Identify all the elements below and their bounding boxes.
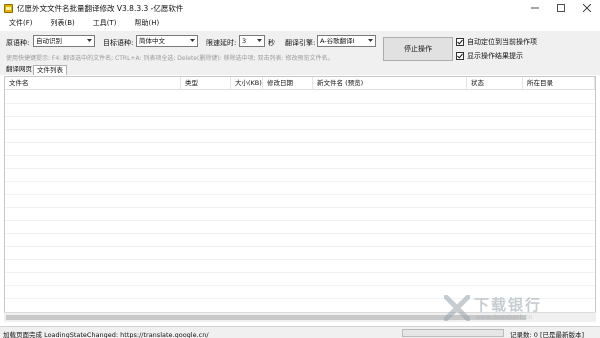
- close-icon: [583, 4, 591, 12]
- engine-select[interactable]: A-谷歌翻译I: [317, 35, 376, 47]
- auto-locate-option[interactable]: 自动定位到当前操作项: [456, 37, 537, 47]
- engine-label: 翻译引擎:: [285, 39, 316, 47]
- table-row-line: [5, 285, 595, 286]
- table-row-line: [5, 246, 595, 247]
- source-lang-select[interactable]: 自动识别: [33, 35, 95, 47]
- options-panel: 原语种: 自动识别 目标语种: 简体中文 限速延时: 3 秒 翻译引擎: A-谷…: [0, 31, 600, 65]
- column-size[interactable]: 大小(KB): [231, 77, 263, 90]
- watermark-logo-icon: [444, 295, 470, 321]
- checkmark-icon: [457, 53, 463, 59]
- delay-label: 限速延时:: [206, 39, 237, 47]
- shortcut-hint: 使用快捷键提示: F4: 翻译选中的文件名; CTRL+A: 列表项全选; De…: [6, 55, 334, 62]
- menu-list[interactable]: 列表(B): [42, 18, 84, 28]
- table-row-line: [5, 181, 595, 182]
- delay-select[interactable]: 3: [239, 35, 265, 47]
- maximize-button[interactable]: [548, 0, 574, 16]
- column-status[interactable]: 状态: [467, 77, 523, 90]
- minimize-icon: [531, 7, 539, 9]
- column-type[interactable]: 类型: [181, 77, 231, 90]
- engine-value: A-谷歌翻译I: [320, 37, 355, 45]
- table-row-line: [5, 129, 595, 130]
- column-filename[interactable]: 文件名: [5, 77, 181, 90]
- window-controls: [522, 0, 600, 16]
- delay-unit: 秒: [268, 39, 275, 47]
- chevron-down-icon: [255, 36, 263, 46]
- table-row-line: [5, 272, 595, 273]
- chevron-down-icon: [366, 36, 374, 46]
- table-row-line: [5, 103, 595, 104]
- auto-locate-label: 自动定位到当前操作项: [467, 38, 537, 46]
- tab-strip: 翻译网页 文件列表: [0, 65, 600, 75]
- table-row-line: [5, 155, 595, 156]
- table-row-line: [5, 116, 595, 117]
- source-lang-value: 自动识别: [36, 37, 62, 45]
- watermark: 下载银行 www.downbank.cn: [444, 292, 594, 326]
- close-button[interactable]: [574, 0, 600, 16]
- table-row-line: [5, 259, 595, 260]
- tab-web-translate[interactable]: 翻译网页: [3, 65, 35, 75]
- table-row-line: [5, 142, 595, 143]
- menu-file[interactable]: 文件(F): [0, 18, 42, 28]
- table-row-line: [5, 194, 595, 195]
- chevron-down-icon: [188, 36, 196, 46]
- status-bar: 加载页面完成 LoadingStateChanged: https://tran…: [0, 326, 600, 338]
- column-directory[interactable]: 所在目录: [523, 77, 595, 90]
- record-count: 记录数: 0 [已是最新版本]: [510, 331, 585, 338]
- table-row-line: [5, 220, 595, 221]
- watermark-url: www.downbank.cn: [476, 314, 533, 321]
- auto-locate-checkbox[interactable]: [456, 38, 464, 46]
- show-result-option[interactable]: 显示操作结果提示: [456, 51, 523, 61]
- table-row-line: [5, 207, 595, 208]
- maximize-icon: [557, 4, 565, 12]
- window-title: 亿愿外文文件名批量翻译修改 V3.8.3.3 -亿愿软件: [17, 3, 184, 13]
- menu-help[interactable]: 帮助(H): [126, 18, 169, 28]
- delay-value: 3: [242, 37, 247, 45]
- table-row-line: [5, 233, 595, 234]
- minimize-button[interactable]: [522, 0, 548, 16]
- chevron-down-icon: [85, 36, 93, 46]
- status-message: 加载页面完成 LoadingStateChanged: https://tran…: [3, 331, 209, 338]
- watermark-title: 下载银行: [474, 296, 543, 314]
- table-header: 文件名 类型 大小(KB) 修改日期 新文件名 (预览) 状态 所在目录: [5, 77, 595, 90]
- folder-app-icon: [4, 3, 13, 13]
- tab-file-list[interactable]: 文件列表: [33, 65, 67, 75]
- source-lang-label: 原语种:: [6, 39, 30, 47]
- stop-button[interactable]: 停止操作: [383, 37, 453, 61]
- menu-bar: 文件(F) 列表(B) 工具(T) 帮助(H): [0, 16, 600, 30]
- progress-bar: [402, 329, 504, 337]
- title-bar: 亿愿外文文件名批量翻译修改 V3.8.3.3 -亿愿软件: [0, 0, 600, 16]
- column-modified[interactable]: 修改日期: [263, 77, 313, 90]
- menu-tools[interactable]: 工具(T): [84, 18, 126, 28]
- target-lang-select[interactable]: 简体中文: [136, 35, 198, 47]
- show-result-label: 显示操作结果提示: [467, 52, 523, 60]
- target-lang-value: 简体中文: [139, 37, 165, 45]
- column-new-filename[interactable]: 新文件名 (预览): [313, 77, 467, 90]
- show-result-checkbox[interactable]: [456, 52, 464, 60]
- target-lang-label: 目标语种:: [103, 39, 134, 47]
- file-list-table[interactable]: 文件名 类型 大小(KB) 修改日期 新文件名 (预览) 状态 所在目录: [4, 76, 596, 322]
- checkmark-icon: [457, 39, 463, 45]
- table-row-line: [5, 168, 595, 169]
